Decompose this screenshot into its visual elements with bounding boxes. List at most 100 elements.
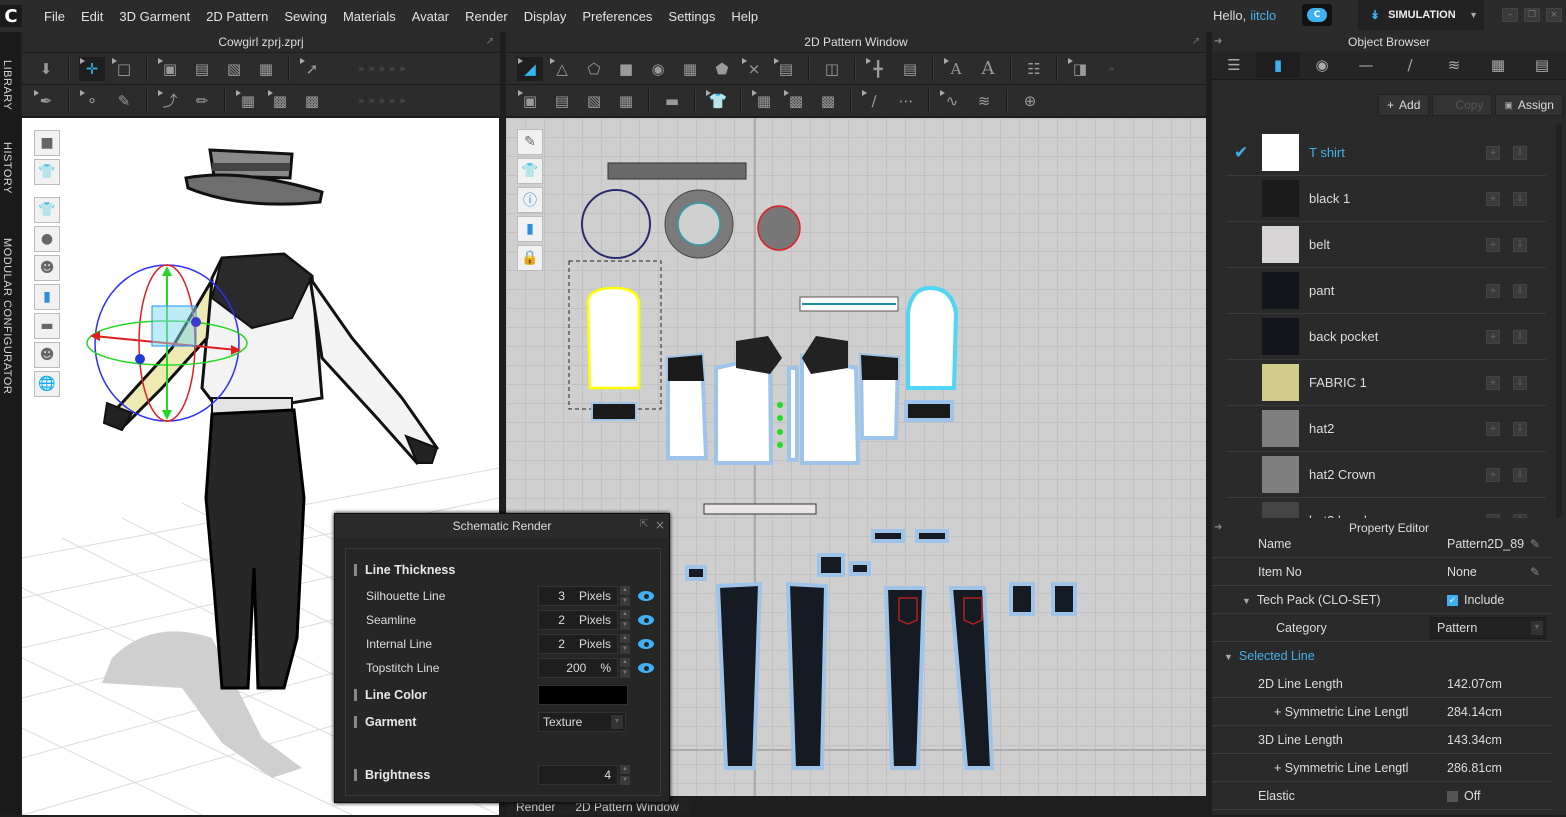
tab-fabric-icon[interactable]: ▮	[1256, 52, 1300, 78]
seamline-visibility-eye-icon[interactable]	[638, 615, 654, 625]
fabric-options-icon[interactable]: ⇩	[1513, 237, 1527, 252]
show-pins-icon[interactable]: ●	[34, 226, 60, 252]
toolbar-overflow-icon-2[interactable]: » » » » »	[358, 94, 406, 107]
pattern-pant-back-right[interactable]	[948, 586, 995, 770]
garment-display-icon[interactable]: 👕	[34, 159, 60, 185]
menu-display[interactable]: Display	[516, 9, 575, 24]
tab-trim-icon[interactable]: ▦	[1476, 52, 1520, 78]
internal-line-spinner[interactable]: ▲ ▼	[620, 634, 630, 654]
edit-point-tool[interactable]: △	[549, 57, 575, 81]
internal-line-input[interactable]: 2 Pixels	[538, 634, 618, 654]
pattern-pant-back-left[interactable]	[883, 586, 927, 770]
3d-pen-tool[interactable]: ✏	[189, 89, 215, 113]
menu-2d-pattern[interactable]: 2D Pattern	[198, 9, 276, 24]
menu-settings[interactable]: Settings	[660, 9, 723, 24]
fabric-options-icon[interactable]: ⇩	[1513, 329, 1527, 344]
pattern-hat-band[interactable]	[607, 162, 747, 180]
graphic-add-2d-tool[interactable]: ▩	[815, 89, 841, 113]
edit-3d-pen-tool[interactable]: ⤴	[157, 89, 183, 113]
texture-edit-tool[interactable]: ▦	[235, 89, 261, 113]
text-tool[interactable]: A	[975, 57, 1001, 81]
fabric-item[interactable]: hat2 Crown + ⇩	[1226, 452, 1546, 498]
free-sewing-2d-tool[interactable]: ▤	[549, 89, 575, 113]
fabric-item[interactable]: hat2 + ⇩	[1226, 406, 1546, 452]
apply-fabric-icon[interactable]: +	[1486, 421, 1500, 436]
edit-elastic-tool[interactable]: ∿	[939, 89, 965, 113]
topstitch-line-visibility-eye-icon[interactable]	[638, 663, 654, 673]
lock-pattern-icon[interactable]: 🔒	[517, 245, 543, 271]
fabric-item[interactable]: ✔ T shirt + ⇩	[1226, 130, 1546, 176]
fabric-swatch[interactable]	[1262, 134, 1299, 171]
internal-polygon-tool[interactable]: ▦	[677, 57, 703, 81]
apply-fabric-icon[interactable]: +	[1486, 145, 1500, 160]
select-mesh-tool[interactable]: □	[111, 57, 137, 81]
rectangle-tool[interactable]: ■	[613, 57, 639, 81]
name-value[interactable]: Pattern2D_89	[1447, 538, 1524, 551]
edit-texture-2d-tool[interactable]: ◨	[1067, 57, 1093, 81]
edit-topstitch-tool[interactable]: ∕	[861, 89, 887, 113]
show-avatar-icon[interactable]: ☻	[34, 255, 60, 281]
dock-icon[interactable]: ⇱	[640, 519, 648, 530]
pattern-belt-loop-left[interactable]	[685, 565, 707, 581]
graphic-add-tool[interactable]: ▩	[299, 89, 325, 113]
draw-curvature-tool[interactable]: ✎	[111, 89, 137, 113]
clo-set-cloud-button[interactable]: C	[1302, 4, 1332, 26]
tab-zipper-icon[interactable]: ≋	[1432, 52, 1476, 78]
fabric-item[interactable]: belt + ⇩	[1226, 222, 1546, 268]
add-fabric-button[interactable]: + Add	[1378, 94, 1430, 116]
tab-buttonhole-icon[interactable]: —	[1344, 52, 1388, 78]
garment-dropdown-arrow-icon[interactable]: ▼	[611, 715, 623, 729]
fabric-swatch[interactable]	[1262, 456, 1299, 493]
pattern-coin-pocket[interactable]	[817, 553, 845, 577]
line-color-swatch[interactable]	[538, 685, 628, 705]
collapse-arrow-icon[interactable]: ➜	[1214, 32, 1222, 52]
topstitch-line-input[interactable]: 200%	[538, 658, 618, 678]
apply-fabric-icon[interactable]: +	[1486, 283, 1500, 298]
pattern-yoke-left[interactable]	[871, 529, 905, 543]
edit-garment-tool[interactable]: 👕	[705, 89, 731, 113]
fabric-options-icon[interactable]: ⇩	[1513, 145, 1527, 160]
multi-sewing-2d-tool[interactable]: ▧	[581, 89, 607, 113]
app-logo[interactable]: C	[0, 5, 22, 27]
pattern-back-pocket-right[interactable]	[1051, 582, 1077, 616]
seam-allowance-tool[interactable]: ▤	[773, 57, 799, 81]
tack-tool[interactable]: ▦	[253, 57, 279, 81]
elastic-checkbox[interactable]: Off	[1447, 789, 1480, 803]
environment-globe-icon[interactable]: 🌐	[34, 371, 60, 397]
brightness-spinner[interactable]: ▲ ▼	[620, 765, 630, 785]
pattern-pant-front-left[interactable]	[715, 581, 763, 770]
menu-sewing[interactable]: Sewing	[276, 9, 335, 24]
simulation-button[interactable]: ↡ SIMULATION ▼	[1358, 0, 1484, 30]
fabric-item[interactable]: black 1 + ⇩	[1226, 176, 1546, 222]
topstitch-tool[interactable]: ⋯	[893, 89, 919, 113]
measure-tool[interactable]: ▤	[897, 57, 923, 81]
seamline-input[interactable]: 2 Pixels	[538, 610, 618, 630]
toolbar-overflow-icon[interactable]: » » » » »	[358, 62, 406, 75]
graphic-tool[interactable]: ▩	[267, 89, 293, 113]
silhouette-line-visibility-eye-icon[interactable]	[638, 591, 654, 601]
menu-3d-garment[interactable]: 3D Garment	[111, 9, 198, 24]
popout-icon[interactable]: ↗	[486, 32, 494, 52]
pattern-cuff[interactable]	[591, 402, 637, 421]
fabric-swatch[interactable]	[1262, 226, 1299, 263]
tab-scene-list-icon[interactable]: ☰	[1212, 52, 1256, 78]
apply-fabric-icon[interactable]: +	[1486, 191, 1500, 206]
grading-tool[interactable]: ☷	[1021, 57, 1047, 81]
tab-topstitch-icon[interactable]: ∕	[1388, 52, 1432, 78]
menu-edit[interactable]: Edit	[73, 9, 111, 24]
edit-name-pencil-icon[interactable]: ✎	[1530, 538, 1540, 551]
minimize-button[interactable]: –	[1502, 8, 1518, 22]
apply-fabric-icon[interactable]: +	[1486, 375, 1500, 390]
fabric-texture-2d-icon[interactable]: ▮	[517, 216, 543, 242]
pattern-sleeve-right[interactable]	[906, 285, 959, 390]
menu-preferences[interactable]: Preferences	[574, 9, 660, 24]
menu-avatar[interactable]: Avatar	[404, 9, 457, 24]
tab-library[interactable]: LIBRARY	[1, 60, 13, 110]
fabric-item[interactable]: hat2 band+⇩	[1226, 498, 1546, 518]
tab-measure-icon[interactable]: ▤	[1520, 52, 1564, 78]
seamline-spinner[interactable]: ▲ ▼	[620, 610, 630, 630]
topstitch-line-spinner[interactable]: ▲ ▼	[620, 658, 630, 678]
apply-fabric-icon[interactable]: +	[1486, 467, 1500, 482]
fold-tool[interactable]: ◫	[819, 57, 845, 81]
pattern-back-pocket-left[interactable]	[1009, 582, 1035, 616]
